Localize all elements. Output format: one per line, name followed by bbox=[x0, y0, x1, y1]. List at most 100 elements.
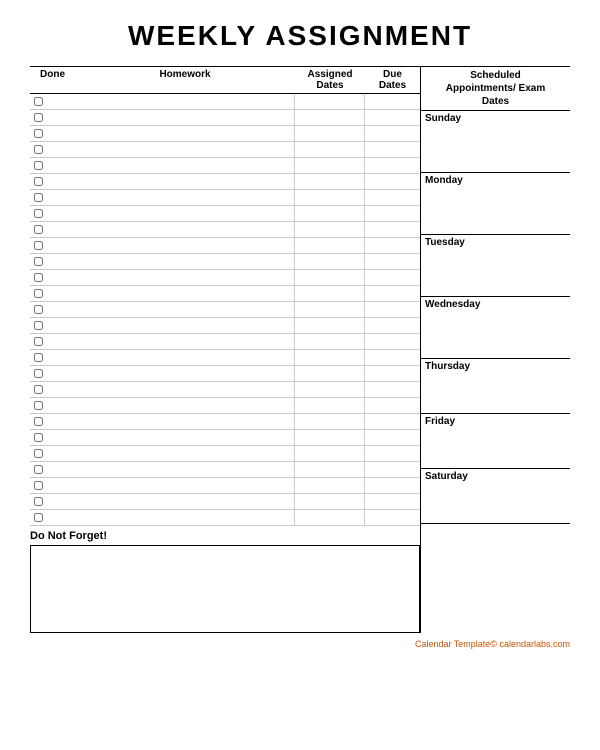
assigned-cell bbox=[295, 318, 365, 333]
row-checkbox[interactable] bbox=[30, 257, 75, 266]
col-header-homework: Homework bbox=[75, 69, 295, 91]
footer: Calendar Template© calendarlabs.com bbox=[30, 639, 570, 649]
table-row bbox=[30, 174, 420, 190]
assigned-cell bbox=[295, 350, 365, 365]
homework-cell bbox=[75, 430, 295, 445]
row-checkbox[interactable] bbox=[30, 449, 75, 458]
checkbox-input[interactable] bbox=[34, 369, 43, 378]
checkbox-input[interactable] bbox=[34, 465, 43, 474]
row-checkbox[interactable] bbox=[30, 113, 75, 122]
checkbox-input[interactable] bbox=[34, 225, 43, 234]
homework-cell bbox=[75, 478, 295, 493]
row-checkbox[interactable] bbox=[30, 97, 75, 106]
assigned-cell bbox=[295, 222, 365, 237]
homework-cell bbox=[75, 414, 295, 429]
row-checkbox[interactable] bbox=[30, 465, 75, 474]
checkbox-input[interactable] bbox=[34, 145, 43, 154]
assigned-cell bbox=[295, 190, 365, 205]
row-checkbox[interactable] bbox=[30, 369, 75, 378]
row-checkbox[interactable] bbox=[30, 225, 75, 234]
column-headers: Done Homework Assigned Dates Due Dates bbox=[30, 66, 420, 94]
table-row bbox=[30, 366, 420, 382]
table-row bbox=[30, 318, 420, 334]
checkbox-input[interactable] bbox=[34, 481, 43, 490]
due-cell bbox=[365, 238, 420, 253]
checkbox-input[interactable] bbox=[34, 321, 43, 330]
do-not-forget-box[interactable] bbox=[30, 545, 420, 633]
table-row bbox=[30, 286, 420, 302]
row-checkbox[interactable] bbox=[30, 161, 75, 170]
row-checkbox[interactable] bbox=[30, 481, 75, 490]
checkbox-input[interactable] bbox=[34, 513, 43, 522]
day-block: Sunday bbox=[421, 111, 570, 173]
homework-cell bbox=[75, 462, 295, 477]
assigned-cell bbox=[295, 94, 365, 109]
row-checkbox[interactable] bbox=[30, 321, 75, 330]
row-checkbox[interactable] bbox=[30, 497, 75, 506]
homework-cell bbox=[75, 158, 295, 173]
row-checkbox[interactable] bbox=[30, 177, 75, 186]
checkbox-input[interactable] bbox=[34, 401, 43, 410]
checkbox-input[interactable] bbox=[34, 497, 43, 506]
checkbox-input[interactable] bbox=[34, 417, 43, 426]
row-checkbox[interactable] bbox=[30, 129, 75, 138]
days-container: SundayMondayTuesdayWednesdayThursdayFrid… bbox=[421, 111, 570, 524]
row-checkbox[interactable] bbox=[30, 385, 75, 394]
homework-cell bbox=[75, 222, 295, 237]
assigned-cell bbox=[295, 510, 365, 525]
checkbox-input[interactable] bbox=[34, 161, 43, 170]
checkbox-input[interactable] bbox=[34, 177, 43, 186]
checkbox-input[interactable] bbox=[34, 289, 43, 298]
assigned-cell bbox=[295, 446, 365, 461]
row-checkbox[interactable] bbox=[30, 145, 75, 154]
due-cell bbox=[365, 430, 420, 445]
row-checkbox[interactable] bbox=[30, 353, 75, 362]
row-checkbox[interactable] bbox=[30, 433, 75, 442]
row-checkbox[interactable] bbox=[30, 401, 75, 410]
due-cell bbox=[365, 222, 420, 237]
due-cell bbox=[365, 478, 420, 493]
do-not-forget-label: Do Not Forget! bbox=[30, 530, 420, 542]
row-checkbox[interactable] bbox=[30, 289, 75, 298]
checkbox-input[interactable] bbox=[34, 433, 43, 442]
homework-cell bbox=[75, 350, 295, 365]
homework-cell bbox=[75, 238, 295, 253]
assigned-cell bbox=[295, 366, 365, 381]
day-label: Monday bbox=[425, 175, 566, 186]
row-checkbox[interactable] bbox=[30, 305, 75, 314]
checkbox-input[interactable] bbox=[34, 113, 43, 122]
homework-cell bbox=[75, 270, 295, 285]
due-cell bbox=[365, 510, 420, 525]
checkbox-input[interactable] bbox=[34, 337, 43, 346]
homework-cell bbox=[75, 494, 295, 509]
checkbox-input[interactable] bbox=[34, 257, 43, 266]
checkbox-input[interactable] bbox=[34, 353, 43, 362]
assigned-cell bbox=[295, 462, 365, 477]
checkbox-input[interactable] bbox=[34, 193, 43, 202]
homework-cell bbox=[75, 366, 295, 381]
row-checkbox[interactable] bbox=[30, 273, 75, 282]
row-checkbox[interactable] bbox=[30, 513, 75, 522]
checkbox-input[interactable] bbox=[34, 273, 43, 282]
row-checkbox[interactable] bbox=[30, 337, 75, 346]
table-row bbox=[30, 446, 420, 462]
table-row bbox=[30, 254, 420, 270]
row-checkbox[interactable] bbox=[30, 241, 75, 250]
checkbox-input[interactable] bbox=[34, 241, 43, 250]
checkbox-input[interactable] bbox=[34, 97, 43, 106]
checkbox-input[interactable] bbox=[34, 385, 43, 394]
row-checkbox[interactable] bbox=[30, 417, 75, 426]
col-header-done: Done bbox=[30, 69, 75, 91]
table-row bbox=[30, 270, 420, 286]
table-row bbox=[30, 350, 420, 366]
checkbox-input[interactable] bbox=[34, 209, 43, 218]
page-title: WEEKLY ASSIGNMENT bbox=[30, 20, 570, 52]
table-row bbox=[30, 302, 420, 318]
row-checkbox[interactable] bbox=[30, 209, 75, 218]
checkbox-input[interactable] bbox=[34, 305, 43, 314]
assigned-cell bbox=[295, 126, 365, 141]
row-checkbox[interactable] bbox=[30, 193, 75, 202]
checkbox-input[interactable] bbox=[34, 449, 43, 458]
assigned-cell bbox=[295, 254, 365, 269]
checkbox-input[interactable] bbox=[34, 129, 43, 138]
